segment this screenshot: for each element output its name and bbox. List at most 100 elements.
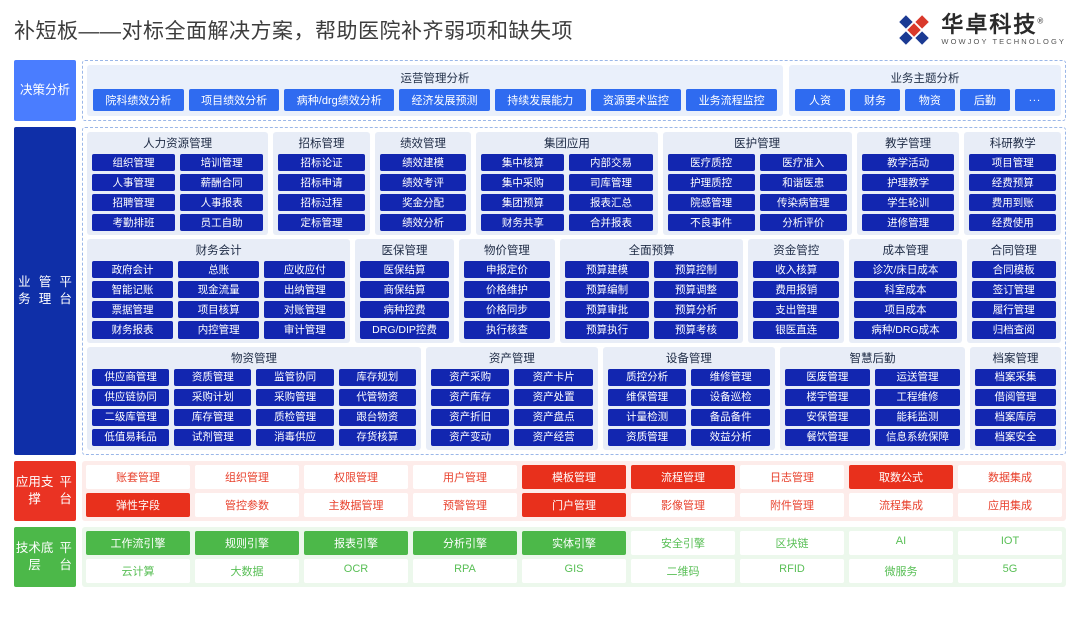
module-tile[interactable]: 安保管理 [784,408,870,426]
support-module-cell[interactable]: 影像管理 [631,492,735,517]
module-tile[interactable]: 价格同步 [463,301,551,319]
support-module-cell[interactable]: 日志管理 [740,464,844,489]
support-module-cell[interactable]: 预警管理 [413,492,517,517]
module-tile[interactable]: 人事报表 [180,194,264,212]
support-module-cell[interactable]: 模板管理 [522,464,626,489]
decision-chip[interactable]: 项目绩效分析 [188,89,280,111]
module-tile[interactable]: 供应链协同 [92,388,170,406]
module-tile[interactable]: 病种控费 [360,301,449,319]
module-tile[interactable]: 维修管理 [691,368,770,386]
support-module-cell[interactable]: 账套管理 [86,464,190,489]
module-tile[interactable]: 财务共享 [481,214,565,232]
module-tile[interactable]: 合并报表 [569,214,653,232]
tech-module-cell[interactable]: 分析引擎 [413,530,517,555]
module-tile[interactable]: 计量检测 [607,408,687,426]
support-module-cell[interactable]: 门户管理 [522,492,626,517]
module-tile[interactable]: 项目成本 [854,301,957,319]
module-tile[interactable]: 对账管理 [264,301,346,319]
support-module-cell[interactable]: 流程集成 [849,492,953,517]
decision-chip[interactable]: ... [1014,89,1056,111]
module-tile[interactable]: 楼宇管理 [784,388,870,406]
tech-module-cell[interactable]: 实体引擎 [522,530,626,555]
module-tile[interactable]: 收入核算 [753,261,840,279]
module-tile[interactable]: 银医直连 [753,321,840,339]
tech-module-cell[interactable]: 5G [958,558,1062,583]
module-tile[interactable]: 资产卡片 [514,368,593,386]
module-tile[interactable]: 经费预算 [969,174,1056,192]
module-tile[interactable]: 存货核算 [338,428,416,446]
module-tile[interactable]: 集中核算 [481,154,565,172]
module-tile[interactable]: 学生轮训 [861,194,955,212]
module-tile[interactable]: 档案采集 [975,368,1057,386]
module-tile[interactable]: 消毒供应 [256,428,334,446]
module-tile[interactable]: 诊次/床日成本 [854,261,957,279]
tech-module-cell[interactable]: 二维码 [631,558,735,583]
module-tile[interactable]: 申报定价 [463,261,551,279]
decision-chip[interactable]: 经济发展预测 [399,89,490,111]
module-tile[interactable]: 财务报表 [92,321,174,339]
module-tile[interactable]: 项目核算 [178,301,260,319]
tech-module-cell[interactable]: 区块链 [740,530,844,555]
tech-module-cell[interactable]: OCR [304,558,408,583]
module-tile[interactable]: 预算审批 [565,301,650,319]
module-tile[interactable]: 档案库房 [975,408,1057,426]
module-tile[interactable]: 库存规划 [338,368,416,386]
module-tile[interactable]: 招标论证 [278,154,365,172]
decision-chip[interactable]: 物资 [904,89,955,111]
module-tile[interactable]: 履行管理 [971,301,1056,319]
module-tile[interactable]: 奖金分配 [379,194,467,212]
module-tile[interactable]: 招标过程 [278,194,365,212]
module-tile[interactable]: 票据管理 [92,301,174,319]
module-tile[interactable]: 人事管理 [92,174,176,192]
module-tile[interactable]: 餐饮管理 [784,428,870,446]
support-module-cell[interactable]: 取数公式 [849,464,953,489]
module-tile[interactable]: 不良事件 [667,214,755,232]
support-module-cell[interactable]: 管控参数 [195,492,299,517]
module-tile[interactable]: 教学活动 [861,154,955,172]
module-tile[interactable]: 采购计划 [174,388,252,406]
module-tile[interactable]: 薪酬合同 [180,174,264,192]
module-tile[interactable]: 运送管理 [874,368,961,386]
module-tile[interactable]: 预算调整 [654,281,738,299]
module-tile[interactable]: 备品备件 [691,408,770,426]
support-module-cell[interactable]: 流程管理 [631,464,735,489]
support-module-cell[interactable]: 数据集成 [958,464,1062,489]
module-tile[interactable]: 资质管理 [607,428,687,446]
module-tile[interactable]: 护理质控 [667,174,755,192]
module-tile[interactable]: 资质管理 [174,368,252,386]
tech-module-cell[interactable]: 微服务 [849,558,953,583]
module-tile[interactable]: 招标申请 [278,174,365,192]
module-tile[interactable]: 监管协同 [256,368,334,386]
module-tile[interactable]: 院感管理 [667,194,755,212]
module-tile[interactable]: 档案安全 [975,428,1057,446]
module-tile[interactable]: 政府会计 [92,261,174,279]
tech-module-cell[interactable]: RPA [413,558,517,583]
module-tile[interactable]: 签订管理 [971,281,1056,299]
module-tile[interactable]: 预算编制 [565,281,650,299]
module-tile[interactable]: 司库管理 [569,174,653,192]
module-tile[interactable]: 员工自助 [180,214,264,232]
module-tile[interactable]: 智能记账 [92,281,174,299]
module-tile[interactable]: 内控管理 [178,321,260,339]
decision-chip[interactable]: 持续发展能力 [494,89,586,111]
module-tile[interactable]: 护理教学 [861,174,955,192]
tech-module-cell[interactable]: 安全引擎 [631,530,735,555]
module-tile[interactable]: 低值易耗品 [92,428,170,446]
module-tile[interactable]: 质控分析 [607,368,687,386]
module-tile[interactable]: 资产盘点 [514,408,593,426]
tech-module-cell[interactable]: 工作流引擎 [86,530,190,555]
support-module-cell[interactable]: 应用集成 [958,492,1062,517]
module-tile[interactable]: 库存管理 [174,408,252,426]
module-tile[interactable]: 试剂管理 [174,428,252,446]
tech-module-cell[interactable]: RFID [740,558,844,583]
module-tile[interactable]: 合同模板 [971,261,1056,279]
module-tile[interactable]: 组织管理 [92,154,176,172]
module-tile[interactable]: 价格维护 [463,281,551,299]
module-tile[interactable]: 总账 [178,261,260,279]
module-tile[interactable]: 跟台物资 [338,408,416,426]
module-tile[interactable]: 医疗准入 [759,154,847,172]
module-tile[interactable]: 绩效建模 [379,154,467,172]
module-tile[interactable]: 绩效考评 [379,174,467,192]
module-tile[interactable]: 考勤排班 [92,214,176,232]
module-tile[interactable]: 费用到账 [969,194,1056,212]
